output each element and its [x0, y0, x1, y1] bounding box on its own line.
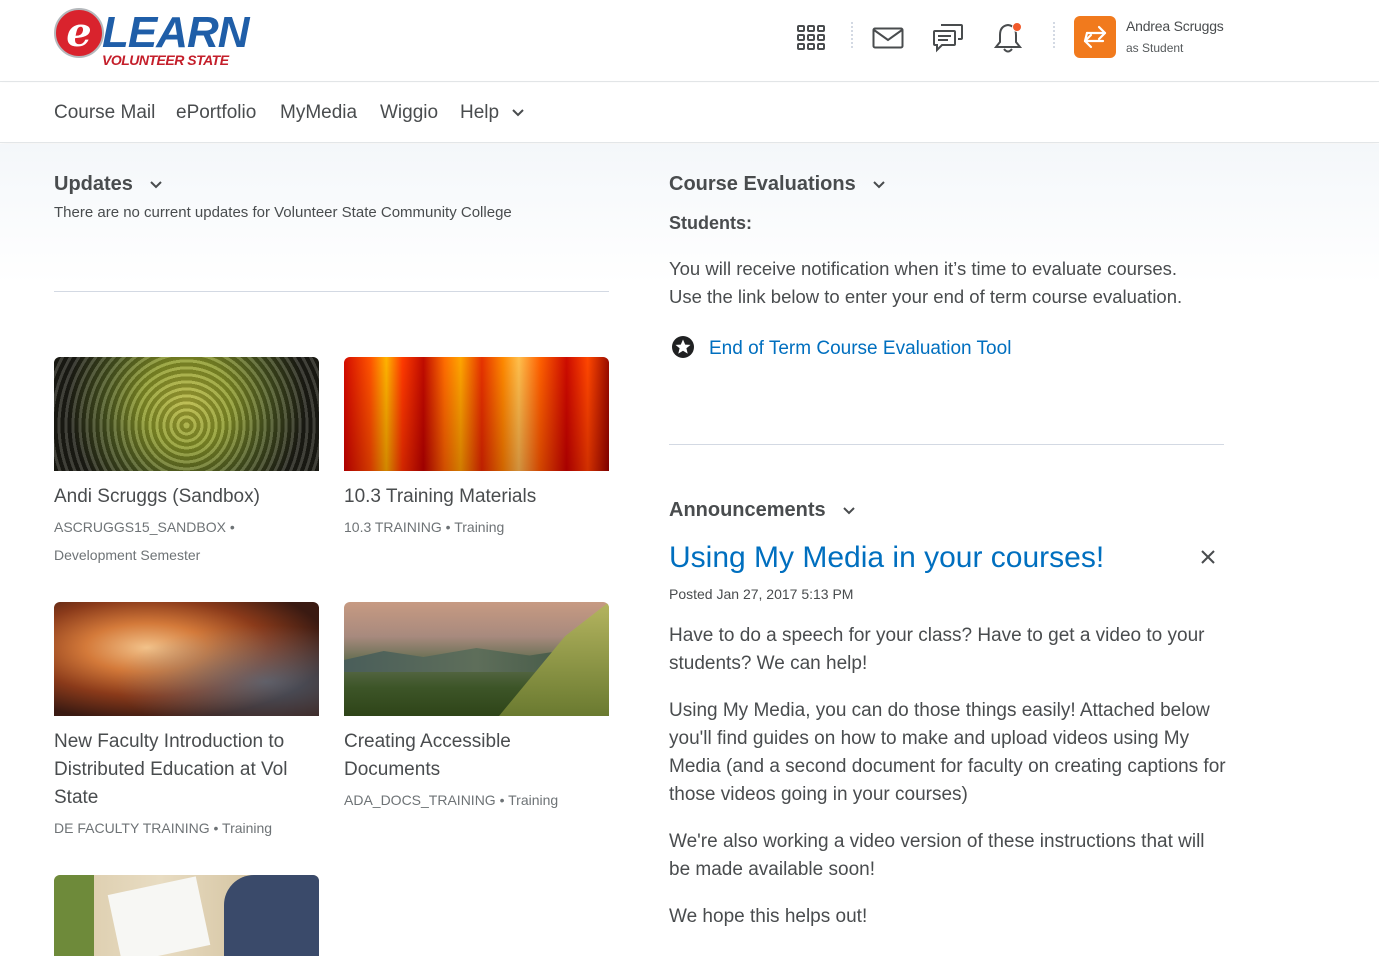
announcement-paragraph: We're also working a video version of th…	[669, 831, 1205, 880]
notification-dot	[1012, 22, 1022, 32]
course-image-accessible-docs[interactable]	[344, 602, 609, 716]
user-avatar	[1074, 16, 1116, 58]
evaluations-title-text: Course Evaluations	[669, 173, 856, 195]
chevron-down-icon	[843, 507, 855, 515]
nav-help[interactable]: Help	[460, 102, 525, 124]
course-selector-button[interactable]	[789, 16, 833, 60]
course-image-partial[interactable]	[54, 875, 319, 956]
nav-help-label: Help	[460, 102, 500, 123]
course-title-faculty-intro[interactable]: New Faculty Introduction to Distributed …	[54, 728, 314, 812]
star-badge-icon	[672, 336, 694, 358]
course-semester: Training	[222, 820, 273, 836]
announcement-paragraph: We hope this helps out!	[669, 906, 868, 927]
flame-overlay	[344, 357, 609, 471]
logo-e-badge: e	[54, 8, 104, 58]
evaluations-divider	[669, 444, 1224, 445]
user-role: as Student	[1126, 41, 1184, 55]
logo-wordmark: LEARN	[102, 8, 250, 57]
subscription-alerts-button[interactable]	[926, 16, 970, 60]
chat-icon	[933, 24, 963, 53]
navigation-bar: Course Mail ePortfolio MyMedia Wiggio He…	[0, 83, 1379, 143]
course-image-sandbox[interactable]	[54, 357, 319, 471]
course-semester: Development Semester	[54, 547, 201, 563]
evaluations-subtitle: Students:	[669, 213, 752, 233]
chevron-down-icon	[150, 181, 163, 189]
course-meta-accessible-docs: ADA_DOCS_TRAINING • Training	[344, 792, 559, 808]
course-title-training-materials[interactable]: 10.3 Training Materials	[344, 483, 604, 511]
course-semester: Training	[508, 792, 559, 808]
updates-title-text: Updates	[54, 173, 133, 195]
course-meta-faculty-intro: DE FACULTY TRAINING • Training	[54, 820, 273, 836]
update-alerts-button[interactable]	[986, 16, 1030, 60]
message-alerts-button[interactable]	[866, 16, 910, 60]
chevron-down-icon	[873, 181, 885, 189]
updates-message: There are no current updates for Volunte…	[54, 204, 512, 221]
course-semester: Training	[454, 519, 505, 535]
logo-subtitle: VOLUNTEER STATE	[102, 52, 229, 68]
course-meta-training-materials: 10.3 TRAINING • Training	[344, 519, 505, 535]
announcement-paragraph: Have to do a speech for your class? Have…	[669, 625, 1205, 674]
evaluations-line-2: Use the link below to enter your end of …	[669, 286, 1183, 307]
peacock-texture	[54, 357, 319, 471]
announcements-title-text: Announcements	[669, 499, 826, 521]
evaluations-widget-title[interactable]: Course Evaluations	[669, 173, 885, 196]
course-image-faculty-intro[interactable]	[54, 602, 319, 716]
course-code: ADA_DOCS_TRAINING	[344, 792, 496, 808]
header-divider	[851, 22, 853, 48]
nav-course-mail[interactable]: Course Mail	[54, 102, 155, 124]
user-name: Andrea Scruggs	[1126, 18, 1224, 34]
mail-icon	[872, 27, 904, 49]
announcement-posted-date: Posted Jan 27, 2017 5:13 PM	[669, 586, 854, 602]
header-divider	[1053, 22, 1055, 48]
elearn-logo[interactable]: e LEARN VOLUNTEER STATE	[54, 6, 254, 70]
nav-wiggio[interactable]: Wiggio	[380, 102, 438, 124]
updates-widget-title[interactable]: Updates	[54, 173, 163, 196]
announcement-headline-link[interactable]: Using My Media in your courses!	[669, 541, 1104, 575]
grid-icon	[797, 25, 825, 50]
chevron-down-icon	[512, 109, 525, 117]
sleeve-shape	[54, 875, 94, 956]
announcements-widget-title[interactable]: Announcements	[669, 499, 855, 522]
course-code: 10.3 TRAINING	[344, 519, 442, 535]
announcement-paragraph: Using My Media, you can do those things …	[669, 700, 1226, 805]
course-code: DE FACULTY TRAINING	[54, 820, 210, 836]
evaluations-line-1: You will receive notification when it’s …	[669, 258, 1177, 279]
user-menu[interactable]: Andrea Scruggs as Student	[1074, 16, 1254, 60]
top-header: e LEARN VOLUNTEER STATE Andrea Scruggs a…	[0, 0, 1379, 82]
person-shape	[224, 875, 319, 956]
course-title-accessible-docs[interactable]: Creating Accessible Documents	[344, 728, 604, 784]
course-code: ASCRUGGS15_SANDBOX	[54, 519, 226, 535]
course-title-sandbox[interactable]: Andi Scruggs (Sandbox)	[54, 483, 314, 511]
nav-eportfolio[interactable]: ePortfolio	[176, 102, 256, 124]
paper-shape	[107, 876, 211, 956]
evaluation-tool-link[interactable]: End of Term Course Evaluation Tool	[709, 338, 1011, 360]
nav-mymedia[interactable]: MyMedia	[280, 102, 357, 124]
updates-divider	[54, 291, 609, 292]
nebula-overlay	[54, 602, 319, 716]
course-meta-sandbox: ASCRUGGS15_SANDBOX • Development Semeste…	[54, 519, 235, 563]
course-image-training-materials[interactable]	[344, 357, 609, 471]
switch-user-icon	[1083, 25, 1107, 49]
close-icon[interactable]	[1200, 549, 1216, 565]
